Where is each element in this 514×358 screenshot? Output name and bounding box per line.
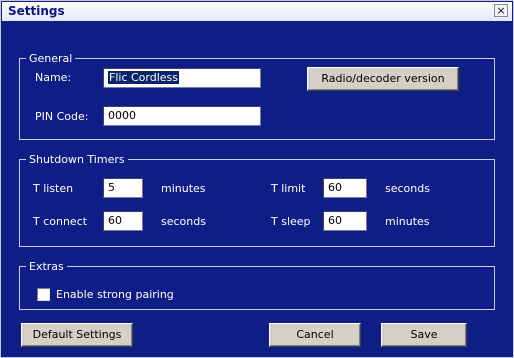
window-title: Settings bbox=[8, 4, 65, 18]
extras-group: Extras bbox=[19, 260, 495, 310]
cancel-button[interactable]: Cancel bbox=[269, 323, 361, 347]
shutdown-timers-legend: Shutdown Timers bbox=[29, 153, 125, 166]
t-connect-unit: seconds bbox=[161, 215, 206, 228]
strong-pairing-label[interactable]: Enable strong pairing bbox=[56, 288, 174, 301]
t-listen-label: T listen bbox=[33, 182, 74, 195]
t-listen-unit: minutes bbox=[161, 182, 206, 195]
shutdown-timers-group: Shutdown Timers bbox=[19, 153, 495, 247]
pin-code-label: PIN Code: bbox=[35, 110, 89, 123]
t-limit-label: T limit bbox=[271, 182, 306, 195]
name-field-value: Flic Cordless bbox=[108, 71, 179, 84]
title-bar[interactable]: Settings × bbox=[2, 2, 512, 21]
t-sleep-unit: minutes bbox=[385, 215, 430, 228]
t-connect-field[interactable]: 60 bbox=[103, 211, 143, 231]
radio-decoder-version-button[interactable]: Radio/decoder version bbox=[307, 67, 459, 91]
close-icon[interactable]: × bbox=[494, 4, 508, 17]
default-settings-button[interactable]: Default Settings bbox=[21, 323, 133, 347]
t-listen-field[interactable]: 5 bbox=[103, 178, 143, 198]
t-limit-unit: seconds bbox=[385, 182, 430, 195]
general-group-legend: General bbox=[29, 52, 73, 65]
strong-pairing-checkbox[interactable] bbox=[37, 288, 50, 301]
extras-group-legend: Extras bbox=[29, 260, 64, 273]
t-sleep-label: T sleep bbox=[271, 215, 311, 228]
t-limit-field[interactable]: 60 bbox=[323, 178, 367, 198]
pin-code-field[interactable]: 0000 bbox=[103, 106, 261, 126]
t-connect-label: T connect bbox=[33, 215, 88, 228]
name-label: Name: bbox=[35, 71, 72, 84]
t-sleep-field[interactable]: 60 bbox=[323, 211, 367, 231]
general-group: General bbox=[19, 52, 495, 140]
name-field[interactable]: Flic Cordless bbox=[103, 68, 261, 88]
save-button[interactable]: Save bbox=[381, 323, 467, 347]
settings-dialog: Settings × General Name: Flic Cordless R… bbox=[0, 0, 514, 358]
